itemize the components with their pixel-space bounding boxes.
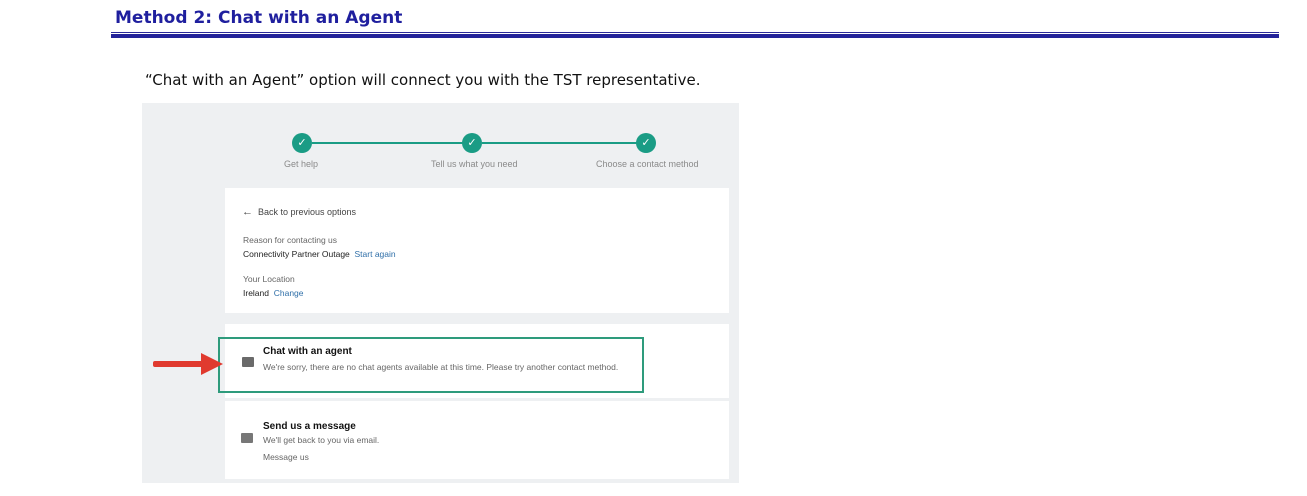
contact-screenshot: ✓ ✓ ✓ Get help Tell us what you need Cho…: [142, 103, 739, 483]
back-link[interactable]: ← Back to previous options: [242, 206, 356, 218]
change-location-link[interactable]: Change: [274, 288, 304, 298]
location-label: Your Location: [243, 274, 295, 284]
heading-rule-thin: [111, 32, 1279, 33]
start-again-link[interactable]: Start again: [355, 249, 396, 259]
message-option-subtitle: We'll get back to you via email.: [263, 435, 380, 445]
reason-value: Connectivity Partner Outage Start again: [243, 249, 396, 259]
back-arrow-icon: ←: [242, 206, 253, 218]
pointer-arrow-icon: [153, 353, 223, 375]
chat-option-highlight: [218, 337, 644, 393]
reason-card: ← Back to previous options Reason for con…: [225, 188, 729, 313]
reason-value-text: Connectivity Partner Outage: [243, 249, 350, 259]
reason-label: Reason for contacting us: [243, 235, 338, 245]
intro-text: “Chat with an Agent” option will connect…: [145, 71, 701, 89]
location-value: Ireland Change: [243, 288, 304, 298]
mail-icon: [241, 433, 253, 443]
step-3-label: Choose a contact method: [596, 159, 699, 169]
step-2-label: Tell us what you need: [431, 159, 518, 169]
back-link-label: Back to previous options: [258, 207, 357, 217]
message-option-title: Send us a message: [263, 421, 356, 432]
step-connector-2: [482, 142, 638, 144]
location-value-text: Ireland: [243, 288, 269, 298]
step-connector-1: [312, 142, 464, 144]
step-1-check-icon: ✓: [292, 133, 312, 153]
message-us-link[interactable]: Message us: [263, 452, 309, 463]
step-1-label: Get help: [284, 159, 319, 169]
section-heading: Method 2: Chat with an Agent: [115, 8, 403, 28]
step-3-check-icon: ✓: [636, 133, 656, 153]
step-2-check-icon: ✓: [462, 133, 482, 153]
heading-rule-thick: [111, 34, 1279, 38]
